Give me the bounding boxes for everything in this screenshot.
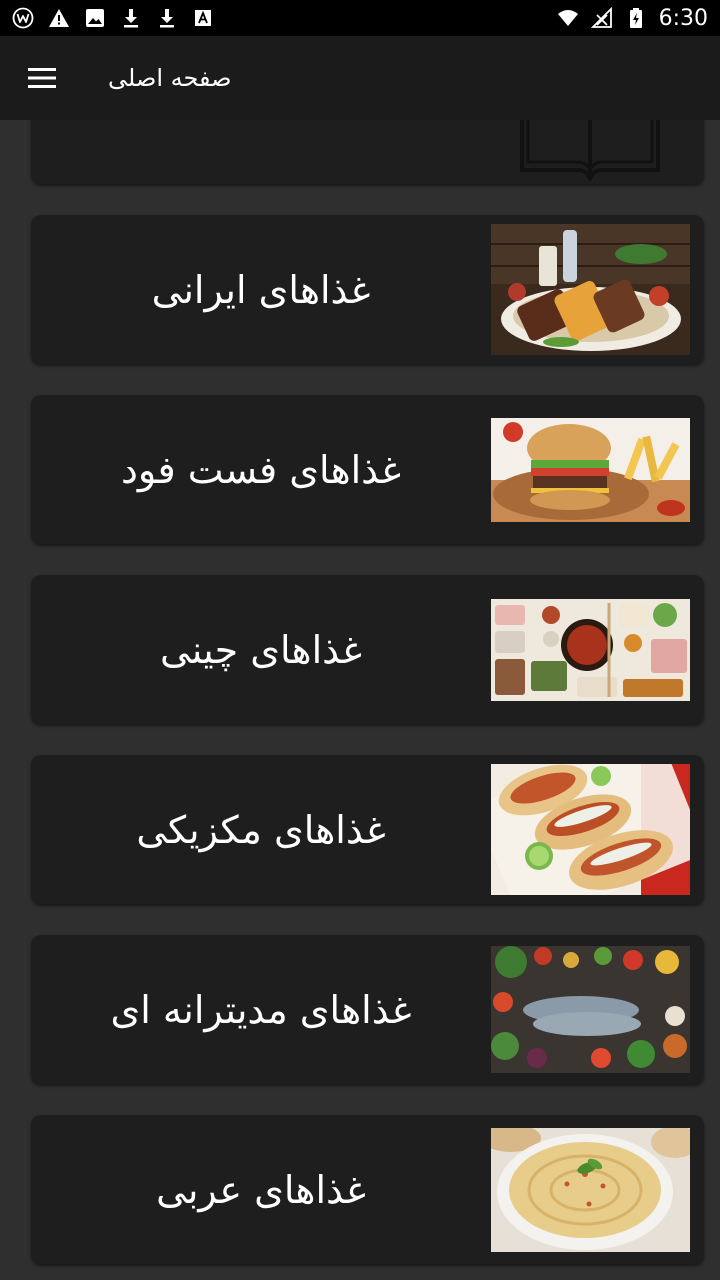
download-icon <box>156 7 178 29</box>
category-label: غذاهای ایرانی <box>151 267 371 312</box>
font-a-icon <box>192 7 214 29</box>
hamburger-menu-icon <box>28 68 56 88</box>
status-system: 6:30 <box>557 6 708 31</box>
category-label: غذاهای چینی <box>160 627 362 672</box>
hummus-photo <box>491 1128 690 1252</box>
category-card-iranian[interactable]: غذاهای ایرانی <box>31 215 704 364</box>
warning-icon <box>48 7 70 29</box>
battery-charging-icon <box>625 7 647 29</box>
chinese-food-photo <box>491 599 690 701</box>
category-card-mexican[interactable]: غذاهای مکزیکی <box>31 755 704 904</box>
image-icon <box>84 7 106 29</box>
category-label: غذاهای فست فود <box>121 447 401 492</box>
status-time: 6:30 <box>658 5 708 31</box>
w-app-icon <box>12 7 34 29</box>
category-label: غذاهای مدیترانه ای <box>110 987 412 1032</box>
signal-icon <box>590 7 613 29</box>
category-card-chinese[interactable]: غذاهای چینی <box>31 575 704 724</box>
status-notifications <box>12 7 214 29</box>
burger-photo <box>491 418 690 522</box>
category-card-mediterranean[interactable]: غذاهای مدیترانه ای <box>31 935 704 1084</box>
category-card-arabic[interactable]: غذاهای عربی <box>31 1115 704 1264</box>
category-label: غذاهای مکزیکی <box>136 807 386 852</box>
menu-button[interactable] <box>0 36 84 120</box>
page-title: صفحه اصلی <box>108 64 232 92</box>
category-card-recipes-book[interactable] <box>31 120 704 184</box>
status-bar: 6:30 <box>0 0 720 36</box>
app-bar: صفحه اصلی <box>0 36 720 120</box>
category-label: غذاهای عربی <box>156 1167 366 1212</box>
tacos-photo <box>491 764 690 895</box>
category-list[interactable]: غذاهای ایرانی غذاهای فست فود غذاهای چینی… <box>0 120 720 1280</box>
download-icon <box>120 7 142 29</box>
book-icon <box>520 120 660 182</box>
mediterranean-food-photo <box>491 946 690 1073</box>
wifi-icon <box>557 7 579 29</box>
category-card-fast-food[interactable]: غذاهای فست فود <box>31 395 704 544</box>
iranian-food-photo <box>491 224 690 355</box>
